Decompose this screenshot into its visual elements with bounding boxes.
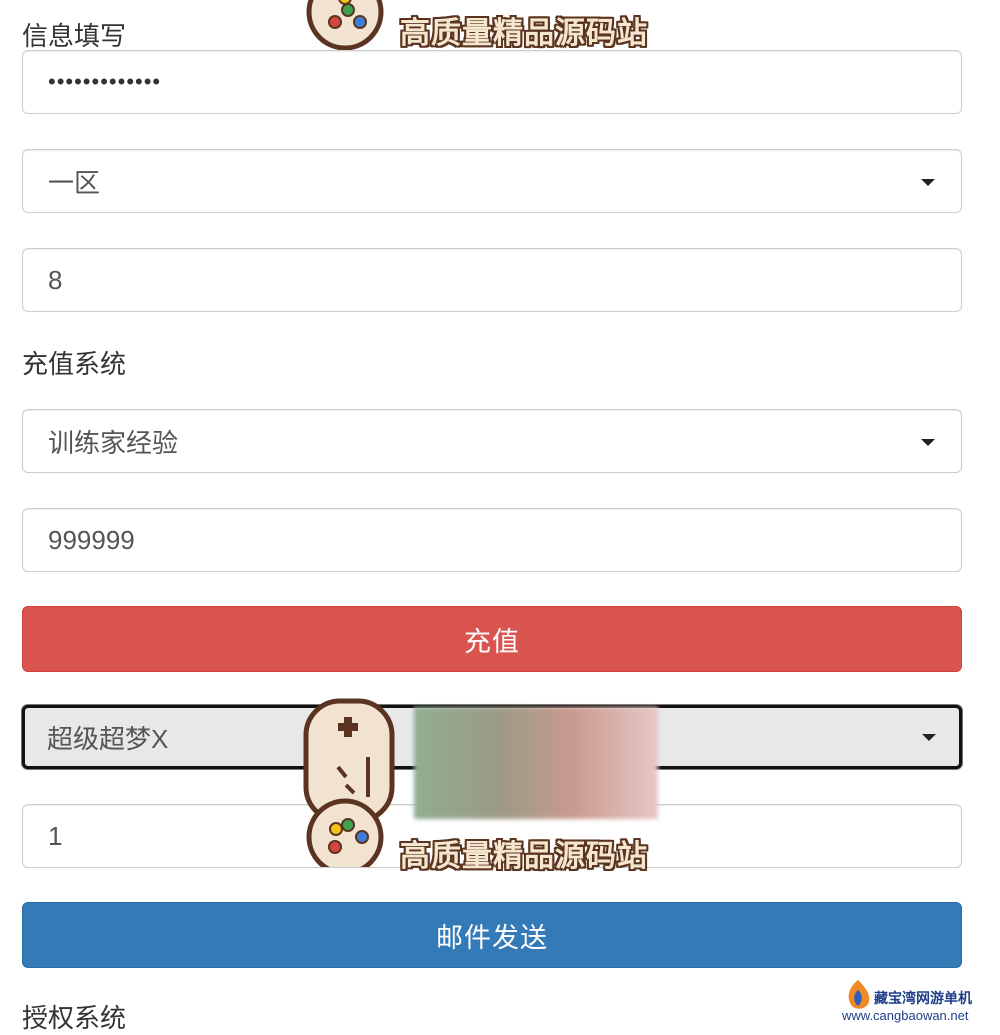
- gamepad-icon: [306, 0, 384, 51]
- watermark-text: 高质量精品源码站: [400, 17, 648, 50]
- recharge-button[interactable]: 充值: [22, 606, 962, 672]
- corner-logo: 藏宝湾网游单机 www.cangbaowan.net: [842, 978, 992, 1026]
- info-section-label: 信息填写: [22, 21, 127, 51]
- gamepad-icon: [303, 698, 395, 876]
- password-value: •••••••••••••: [48, 69, 162, 94]
- recharge-amount-input[interactable]: 999999: [22, 508, 962, 572]
- corner-logo-text: 藏宝湾网游单机: [874, 990, 972, 1006]
- server-select[interactable]: 一区: [22, 149, 962, 213]
- watermark-text: 高质量精品源码站: [400, 840, 648, 873]
- pet-select-value: 超级超梦X: [47, 723, 169, 754]
- recharge-amount-value: 999999: [48, 524, 135, 555]
- server-select-value: 一区: [48, 167, 101, 198]
- send-mail-button[interactable]: 邮件发送: [22, 902, 962, 968]
- server-id-value: 8: [48, 264, 63, 295]
- recharge-section-label: 充值系统: [22, 349, 127, 379]
- password-input[interactable]: •••••••••••••: [22, 50, 962, 114]
- server-id-input[interactable]: 8: [22, 248, 962, 312]
- watermark-top: 高质量精品源码站: [300, 0, 647, 55]
- corner-logo-url: www.cangbaowan.net: [842, 1008, 969, 1023]
- blurred-region: [414, 707, 658, 819]
- chevron-down-icon: [922, 734, 936, 741]
- watermark-middle: 高质量精品源码站: [300, 697, 647, 876]
- chevron-down-icon: [921, 179, 935, 186]
- recharge-type-value: 训练家经验: [48, 427, 179, 458]
- auth-section-label: 授权系统: [22, 1003, 127, 1033]
- flame-logo-icon: [848, 980, 870, 1009]
- recharge-type-select[interactable]: 训练家经验: [22, 409, 962, 473]
- chevron-down-icon: [921, 439, 935, 446]
- pet-quantity-value: 1: [48, 820, 63, 851]
